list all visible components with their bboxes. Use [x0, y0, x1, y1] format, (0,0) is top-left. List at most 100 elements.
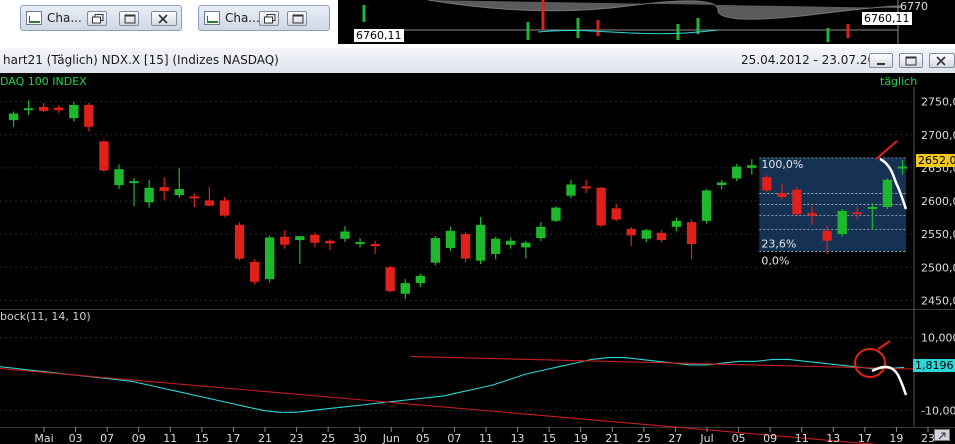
- candle-body: [882, 179, 893, 207]
- candle-body: [129, 181, 139, 184]
- candle-body: [415, 275, 426, 284]
- indicator-value-badge: 1,8196: [913, 359, 955, 372]
- chart-window-titlebar[interactable]: hart21 (Täglich) NDX.X [15] (Indizes NAS…: [0, 48, 955, 74]
- candle-body: [626, 228, 636, 236]
- fib-level-label: 100,0%: [761, 158, 803, 171]
- candle-body: [490, 238, 501, 254]
- candle-body: [99, 141, 109, 171]
- x-tick-label: 05: [416, 432, 430, 444]
- candle-body: [189, 196, 200, 199]
- candle-body: [8, 113, 19, 121]
- candle-body: [445, 230, 456, 249]
- candle-body: [897, 166, 908, 169]
- candle-body: [159, 187, 169, 192]
- candle-body: [325, 240, 335, 244]
- red-arrow-annotation: [875, 140, 898, 160]
- candle-body: [475, 224, 486, 261]
- x-tick-label: 25: [321, 432, 335, 444]
- candle-body: [762, 177, 772, 191]
- restore-button[interactable]: [87, 11, 107, 26]
- maximize-button[interactable]: [899, 53, 923, 68]
- close-button[interactable]: [151, 11, 177, 26]
- restore-icon: [264, 14, 276, 24]
- date-range: 25.04.2012 - 23.07.2012: [741, 53, 891, 67]
- x-tick-label: 13: [511, 432, 525, 444]
- close-icon: [158, 14, 168, 24]
- candle-body: [732, 166, 742, 179]
- fib-level-label: 0,0%: [761, 254, 789, 267]
- candle-body: [611, 208, 621, 220]
- candle-body: [581, 186, 591, 189]
- x-tick-label: 07: [100, 432, 114, 444]
- candle-body: [641, 230, 652, 239]
- candle-body: [280, 236, 290, 245]
- candle-body: [686, 222, 697, 245]
- price-tick-label: 2450,00: [921, 294, 955, 307]
- window-title: Cha...: [225, 11, 260, 25]
- price-chart[interactable]: 100,0%23,6%0,0% 10,000-10,000 2750,00270…: [0, 73, 955, 444]
- fibonacci-retracement: 100,0% 23,6% 0,0%: [759, 157, 906, 267]
- candle-body: [837, 210, 847, 235]
- candle-body: [295, 236, 305, 241]
- candle-body: [701, 190, 712, 221]
- background-window-1[interactable]: Cha...: [20, 5, 182, 31]
- scroll-right-button[interactable]: [934, 429, 950, 441]
- maximize-icon: [905, 56, 917, 66]
- indicator-tick-label: 10,000: [921, 332, 955, 345]
- chart-window-icon: [204, 11, 220, 25]
- white-curve-annotation-2: [871, 365, 908, 396]
- x-tick-label: 27: [668, 432, 682, 444]
- candle-body: [792, 189, 802, 215]
- candle-body: [867, 206, 878, 209]
- minimize-button[interactable]: [869, 53, 893, 68]
- candle-body: [777, 193, 787, 198]
- x-tick-label: 19: [574, 432, 588, 444]
- indicator-tick-label: -10,000: [921, 404, 955, 417]
- x-tick-label: 21: [258, 432, 272, 444]
- maximize-button[interactable]: [287, 11, 307, 26]
- candle-body: [84, 104, 94, 127]
- x-tick-label: 25: [637, 432, 651, 444]
- background-price-label: 6760,11: [354, 29, 404, 42]
- red-tick-annotation: [877, 340, 891, 350]
- x-tick-label: 11: [479, 432, 493, 444]
- background-window-2[interactable]: Cha...: [198, 5, 330, 31]
- indicator-trend-line: [410, 355, 955, 371]
- candle-body: [596, 187, 606, 226]
- maximize-button[interactable]: [119, 11, 139, 26]
- candle-body: [400, 283, 410, 294]
- candle-body: [747, 165, 757, 168]
- candle-body: [340, 231, 350, 239]
- candle-body: [852, 212, 862, 215]
- candle-body: [38, 106, 49, 111]
- window-title: Cha...: [47, 11, 82, 25]
- x-tick-label: 23: [290, 432, 304, 444]
- red-circle-annotation: [854, 348, 886, 378]
- price-tick-label: 2500,00: [921, 261, 955, 274]
- candle-body: [460, 234, 471, 259]
- close-button[interactable]: [929, 53, 955, 68]
- x-tick-label: 30: [353, 432, 367, 444]
- candle-body: [23, 108, 34, 111]
- candle-body: [234, 224, 245, 259]
- candle-body: [370, 244, 380, 247]
- x-tick-label: 09: [763, 432, 777, 444]
- candle-body: [69, 104, 79, 119]
- candle-body: [506, 240, 516, 245]
- x-tick-label: 13: [826, 432, 840, 444]
- x-tick-label: 17: [858, 432, 872, 444]
- x-tick-label: Mai: [34, 432, 53, 444]
- restore-icon: [92, 14, 104, 24]
- candle-body: [174, 189, 184, 196]
- maximize-icon: [292, 14, 304, 24]
- candle-body: [822, 230, 832, 241]
- price-tick-label: 2550,00: [921, 228, 955, 241]
- background-price-label-right: 6760,11: [862, 12, 912, 25]
- indicator-panel: 10,000 -10,000: [0, 332, 955, 444]
- chart-area[interactable]: DAQ 100 INDEX täglich bock(11, 14, 10) 1…: [0, 73, 955, 444]
- restore-button[interactable]: [259, 11, 279, 26]
- price-tick-label: 2700,00: [921, 129, 955, 142]
- price-tick-label: 2750,00: [921, 96, 955, 109]
- candle-body: [219, 200, 230, 216]
- x-tick-label: 23: [921, 432, 935, 444]
